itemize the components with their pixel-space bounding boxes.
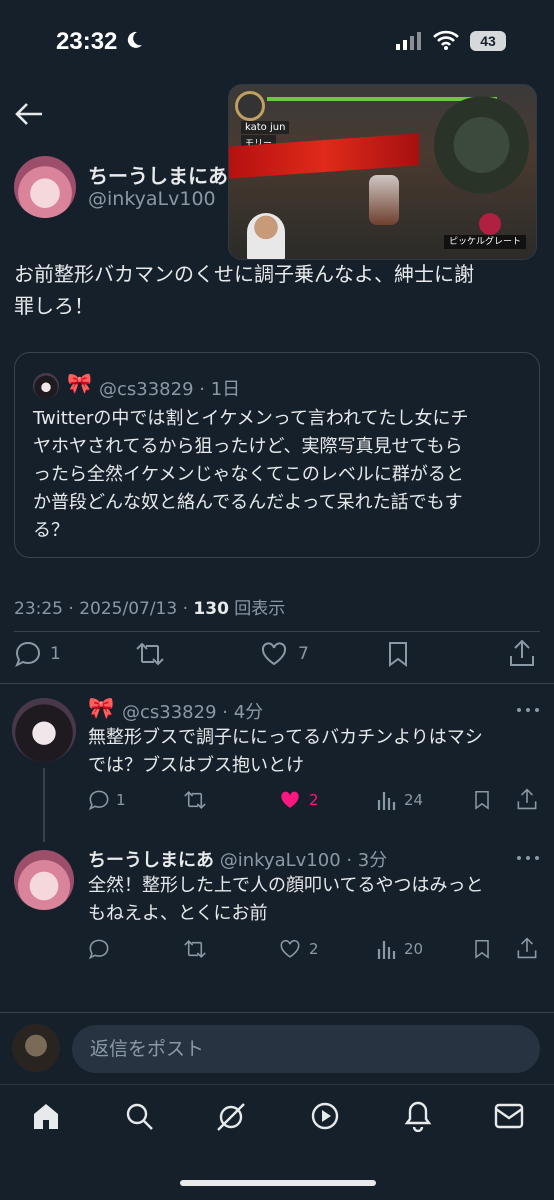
reply-line: 無整形ブスで調子ににってるバカチンよりはマシ xyxy=(88,727,483,748)
weapon-icon xyxy=(479,213,501,235)
liked-icon[interactable] xyxy=(278,789,302,811)
like-count: 7 xyxy=(298,644,309,664)
post-text-line: お前整形バカマンのくせに調子乗んなよ、紳士に謝 xyxy=(14,262,474,286)
streamer-face xyxy=(247,213,285,259)
views-icon[interactable] xyxy=(376,790,398,810)
reply-icon[interactable] xyxy=(14,640,42,668)
bookmark-icon[interactable] xyxy=(473,788,491,812)
video-overlay[interactable]: kato jun モリー ピッケルグレート xyxy=(228,84,537,260)
like-icon[interactable] xyxy=(278,938,302,960)
quoted-handle-time: @cs33829 · 1日 xyxy=(99,379,241,400)
more-icon[interactable] xyxy=(516,706,540,714)
reply-name[interactable]: ちーうしまにあ xyxy=(88,850,214,871)
reply-handle-time[interactable]: @inkyaLv100 · 3分 xyxy=(220,850,388,871)
divider xyxy=(0,1084,554,1085)
quoted-line: Twitterの中では割とイケメンって言われてたし女にチ xyxy=(33,408,469,429)
signal-icon xyxy=(396,32,421,50)
quoted-line: か普段どんな奴と絡んでるんだよって呆れた話でもす xyxy=(33,492,463,513)
reply-icon[interactable] xyxy=(88,789,110,811)
my-avatar[interactable] xyxy=(12,1024,60,1072)
post-meta: 23:25 · 2025/07/13 · 130 回表示 xyxy=(14,594,285,619)
bookmark-icon[interactable] xyxy=(473,937,491,961)
back-arrow-icon[interactable] xyxy=(14,100,44,128)
view-count: 24 xyxy=(404,791,424,809)
ribbon-icon: 🎀 xyxy=(88,696,115,720)
repost-icon[interactable] xyxy=(182,938,208,960)
clock-gauge-icon xyxy=(235,91,265,121)
quoted-text: Twitterの中では割とイケメンって言われてたし女にチ ヤホヤされてるから狙っ… xyxy=(33,405,533,545)
reply-line: 全然！整形した上で人の顔叩いてるやつはみっと xyxy=(88,875,484,896)
view-count[interactable]: 130 xyxy=(193,599,229,619)
status-bar: 23:32 43 xyxy=(0,0,554,80)
reply-avatar[interactable] xyxy=(14,850,74,910)
notifications-icon[interactable] xyxy=(404,1100,432,1132)
like-count: 2 xyxy=(309,791,319,809)
share-icon[interactable] xyxy=(516,787,538,811)
like-count: 2 xyxy=(309,940,319,958)
status-time: 23:32 xyxy=(56,28,118,55)
divider xyxy=(0,683,554,684)
reply-icon[interactable] xyxy=(88,938,110,960)
bookmark-icon[interactable] xyxy=(386,640,410,668)
reply-text: 無整形ブスで調子ににってるバカチンよりはマシ では？ブスはブス抱いとけ xyxy=(88,724,538,780)
reply-line: では？ブスはブス抱いとけ xyxy=(88,755,304,776)
battery-indicator: 43 xyxy=(470,31,506,51)
reply-input[interactable]: 返信をポスト xyxy=(72,1025,540,1073)
share-icon[interactable] xyxy=(508,638,536,668)
reply-header: ちーうしまにあ @inkyaLv100 · 3分 xyxy=(88,846,387,872)
views-icon[interactable] xyxy=(376,939,398,959)
reply-text: 全然！整形した上で人の顔叩いてるやつはみっと もねえよ、とくにお前 xyxy=(88,872,538,928)
divider xyxy=(0,1012,554,1013)
minimap xyxy=(434,95,529,195)
reply-count: 1 xyxy=(116,791,126,809)
wifi-icon xyxy=(433,30,459,50)
grok-icon[interactable] xyxy=(214,1100,248,1134)
repost-icon[interactable] xyxy=(182,789,208,811)
more-icon[interactable] xyxy=(516,854,540,862)
view-count: 20 xyxy=(404,940,424,958)
reply-line: もねえよ、とくにお前 xyxy=(88,903,268,924)
reply-avatar[interactable] xyxy=(12,698,76,762)
quoted-post[interactable]: 🎀 @cs33829 · 1日 Twitterの中では割とイケメンって言われてた… xyxy=(14,352,540,558)
share-icon[interactable] xyxy=(516,936,538,960)
ribbon-icon: 🎀 xyxy=(67,371,92,395)
reply-count: 1 xyxy=(50,644,61,664)
quoted-line: ヤホヤされてるから狙ったけど、実際写真見せてもら xyxy=(33,436,463,457)
author-name[interactable]: ちーうしまにあ xyxy=(88,160,228,189)
quoted-avatar xyxy=(33,373,59,399)
home-icon[interactable] xyxy=(31,1101,61,1131)
player-label: kato jun xyxy=(241,121,290,134)
quoted-line: る？ xyxy=(33,520,69,541)
quoted-line: ったら全然イケメンじゃなくてこのレベルに群がると xyxy=(33,464,464,485)
post-text-line: 罪しろ！ xyxy=(14,294,94,318)
thread-line xyxy=(43,768,45,842)
like-icon[interactable] xyxy=(260,640,288,668)
search-icon[interactable] xyxy=(124,1101,154,1131)
view-label: 回表示 xyxy=(228,599,286,619)
divider xyxy=(14,631,540,632)
hunter-figure xyxy=(369,175,399,225)
author-avatar[interactable] xyxy=(14,156,76,218)
messages-icon[interactable] xyxy=(494,1102,524,1130)
reply-handle-time[interactable]: @cs33829 · 4分 xyxy=(122,698,263,724)
author-handle[interactable]: @inkyaLv100 xyxy=(88,188,216,210)
repost-icon[interactable] xyxy=(134,640,166,668)
home-indicator xyxy=(180,1180,376,1186)
post-text: お前整形バカマンのくせに調子乗んなよ、紳士に謝 罪しろ！ xyxy=(14,258,540,322)
video-icon[interactable] xyxy=(310,1101,340,1131)
moon-icon xyxy=(127,31,142,48)
post-timestamp: 23:25 · 2025/07/13 · xyxy=(14,599,194,619)
item-label: ピッケルグレート xyxy=(444,235,526,249)
